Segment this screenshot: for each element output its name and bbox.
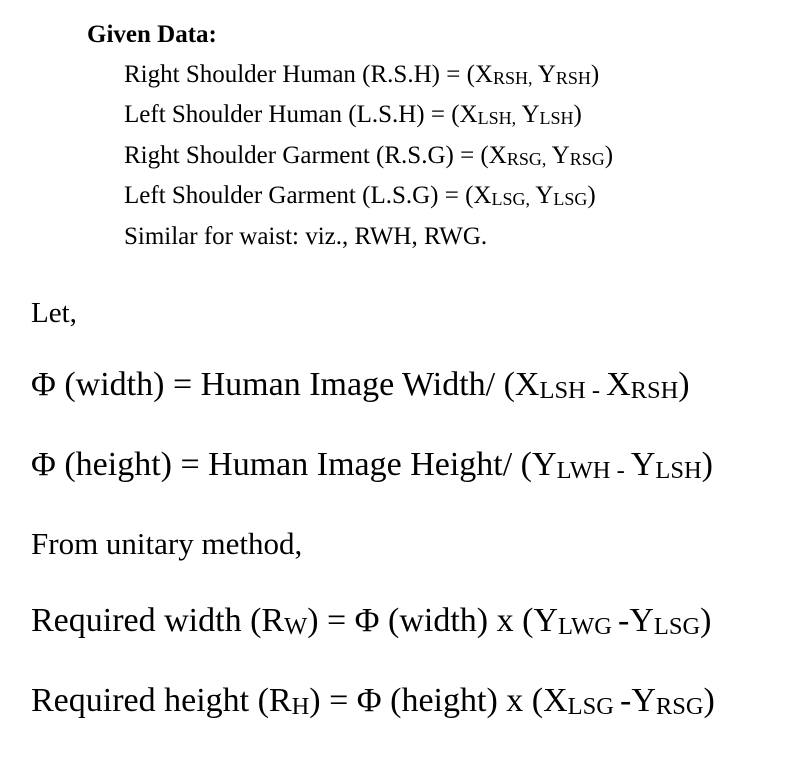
subscript: LSG [567,692,620,720]
subscript: RSG [569,149,605,170]
phi-height-formula: Φ (height) = Human Image Height/ (YLWH -… [31,445,713,485]
phi-width-formula: Φ (width) = Human Image Width/ (XLSH - X… [31,365,690,405]
text-run: ) [703,682,715,719]
text-run: Φ (width) = Human Image Width/ (X [31,366,540,403]
subscript: RSG, [506,149,547,170]
subscript: RSG [655,692,704,720]
text-run: Left Shoulder Human (L.S.H) = (X [124,101,478,128]
text-run: -Y [620,682,656,719]
text-run: ) [678,366,690,403]
given-line-right-shoulder-garment: Right Shoulder Garment (R.S.G) = (XRSG, … [124,140,613,172]
subscript: LWH - [556,456,631,484]
text-run: Y [516,101,540,128]
text-run: Required width (R [31,602,285,639]
subscript: RSH, [492,68,533,89]
given-line-right-shoulder-human: Right Shoulder Human (R.S.H) = (XRSH, YR… [124,59,599,91]
text-run: ) [587,182,596,209]
text-run: Left Shoulder Garment (L.S.G) = (X [124,182,492,209]
text-run: ) [590,61,600,88]
given-line-left-shoulder-garment: Left Shoulder Garment (L.S.G) = (XLSG, Y… [124,180,596,212]
text-run: Similar for waist: viz., RWH, RWG. [124,223,488,250]
required-width-formula: Required width (RW) = Φ (width) x (YLWG … [31,601,711,641]
text-run: ) [701,446,713,483]
subscript: LSG, [491,189,530,210]
text-run: ) [573,101,582,128]
text-run: Φ (height) = Human Image Height/ (Y [31,446,557,483]
subscript: LSH [655,456,702,484]
text-run: Right Shoulder Human (R.S.H) = (X [124,61,493,88]
text-run: ) [700,602,712,639]
subscript: LWG [558,612,619,640]
let-statement: Let, [31,297,77,329]
text-run: ) = Φ (height) x (X [309,682,568,719]
text-run: ) = Φ (width) x (Y [307,602,559,639]
text-run: Y [530,182,554,209]
given-line-waist-note: Similar for waist: viz., RWH, RWG. [124,221,487,253]
text-run: ) [604,142,614,169]
subscript: LSH, [477,108,517,129]
unitary-method-statement: From unitary method, [31,526,303,561]
text-run: -Y [618,602,654,639]
subscript: RSH [555,68,591,89]
subscript: LSG [653,612,701,640]
text-run: Y [546,142,570,169]
subscript: LSH - [539,376,607,404]
text-run: Y [532,61,556,88]
given-data-heading: Given Data: [87,21,217,48]
required-height-formula: Required height (RH) = Φ (height) x (XLS… [31,681,715,721]
subscript: H [291,692,310,720]
subscript: LSG [553,189,588,210]
text-run: X [606,366,631,403]
subscript: RSH [630,376,679,404]
subscript: LSH [539,108,574,129]
text-run: Right Shoulder Garment (R.S.G) = (X [124,142,507,169]
text-run: Y [630,446,656,483]
given-line-left-shoulder-human: Left Shoulder Human (L.S.H) = (XLSH, YLS… [124,99,582,131]
subscript: W [284,612,308,640]
text-run: Required height (R [31,682,292,719]
